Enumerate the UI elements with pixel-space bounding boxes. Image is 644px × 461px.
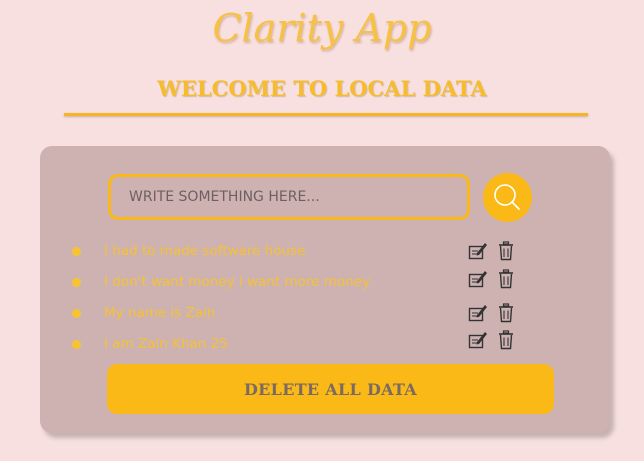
search-input[interactable] bbox=[108, 174, 470, 220]
delete-all-button[interactable]: DELETE ALL DATA bbox=[107, 364, 554, 414]
bullet bbox=[72, 340, 81, 349]
item-text: I don't want money i want more money bbox=[104, 274, 370, 290]
bullet bbox=[72, 309, 81, 318]
trash-icon bbox=[499, 269, 513, 289]
edit-button[interactable] bbox=[468, 241, 488, 261]
search-icon bbox=[494, 184, 520, 210]
list-item: I am Zain Khan 25 bbox=[40, 330, 610, 356]
delete-button[interactable] bbox=[497, 303, 515, 323]
delete-button[interactable] bbox=[497, 330, 515, 350]
data-card: I had to made software house bbox=[40, 146, 610, 433]
app-logo: Clarity App bbox=[212, 6, 432, 50]
edit-button[interactable] bbox=[468, 269, 488, 289]
edit-icon bbox=[468, 271, 487, 288]
list-item: I had to made software house bbox=[40, 241, 610, 263]
search-button[interactable] bbox=[483, 173, 532, 222]
item-text: I am Zain Khan 25 bbox=[104, 336, 228, 352]
edit-icon bbox=[468, 243, 487, 260]
item-text: I had to made software house bbox=[104, 243, 306, 259]
list-item: I don't want money i want more money bbox=[40, 269, 610, 294]
trash-icon bbox=[499, 303, 513, 323]
edit-button[interactable] bbox=[468, 303, 488, 323]
edit-icon bbox=[468, 305, 487, 322]
trash-icon bbox=[499, 241, 513, 261]
bullet bbox=[72, 247, 81, 256]
bullet bbox=[72, 278, 81, 287]
delete-button[interactable] bbox=[497, 241, 515, 261]
edit-button[interactable] bbox=[468, 330, 488, 350]
edit-icon bbox=[468, 332, 487, 349]
item-text: My name is Zain bbox=[104, 305, 216, 321]
page-title: WELCOME TO LOCAL DATA bbox=[157, 76, 487, 101]
trash-icon bbox=[499, 330, 513, 350]
delete-button[interactable] bbox=[497, 269, 515, 289]
title-divider bbox=[64, 113, 588, 116]
list-item: My name is Zain bbox=[40, 303, 610, 325]
